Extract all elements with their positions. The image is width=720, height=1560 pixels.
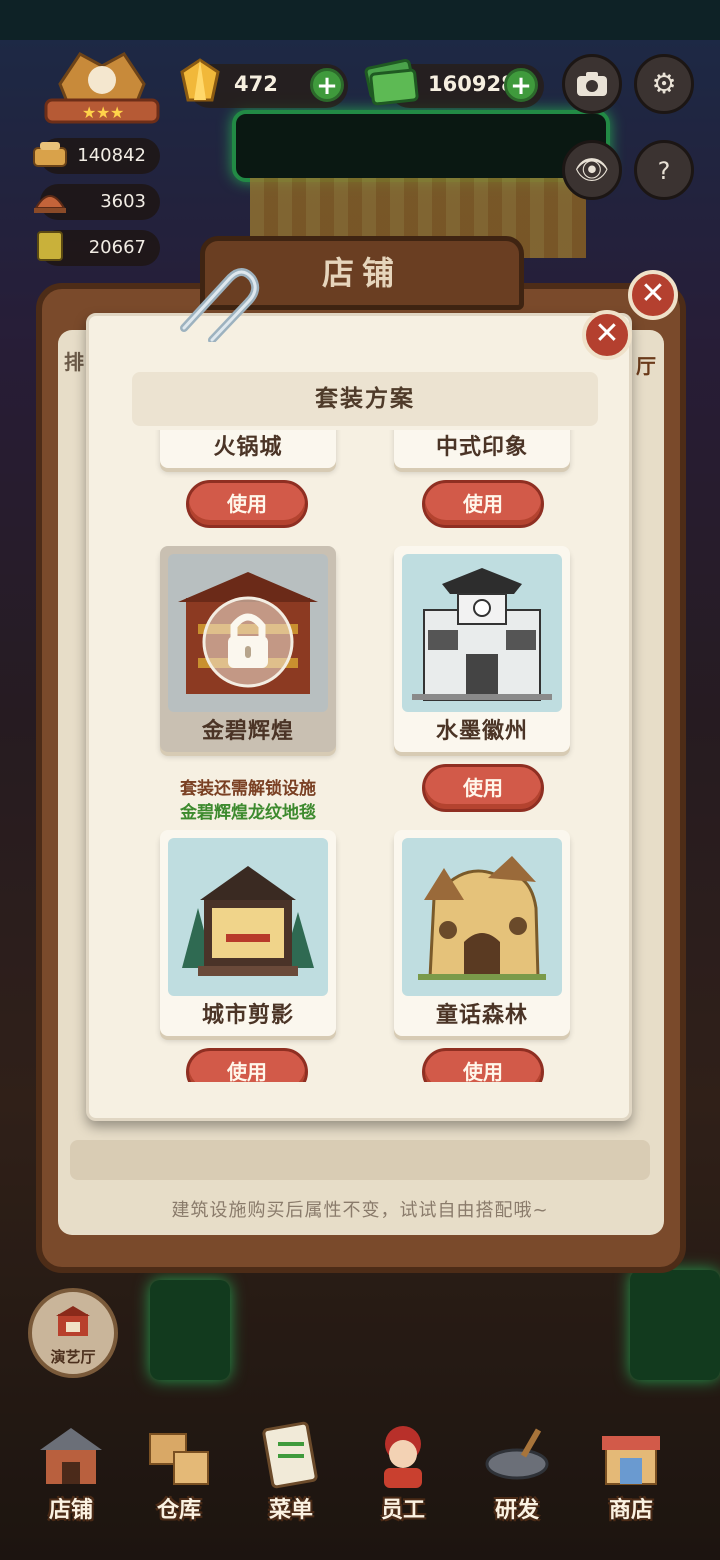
use-button[interactable]: 使用	[186, 1048, 308, 1082]
shop-list-peek	[70, 1140, 650, 1180]
menu-clipboard-icon	[256, 1420, 326, 1490]
outfit-card-hotpot[interactable]: 火锅城	[160, 430, 336, 468]
outfit-name: 童话森林	[435, 1003, 528, 1028]
store-stall-icon	[596, 1420, 666, 1490]
paperclip-icon	[168, 262, 264, 344]
book-question-icon: ?	[657, 157, 671, 185]
use-button[interactable]: 使用	[186, 480, 308, 528]
settings-button[interactable]: ⚙	[634, 54, 694, 114]
outfit-name: 金碧辉煌	[201, 719, 294, 744]
outfit-card-city[interactable]: 城市剪影	[160, 830, 336, 1036]
pot-icon	[30, 134, 70, 174]
dialog-close-button[interactable]: ✕	[582, 310, 632, 360]
shop-tab-peek-left[interactable]: 排	[64, 346, 84, 375]
nav-shop[interactable]: 店铺	[26, 1420, 116, 1530]
cash-count: 160928	[428, 72, 516, 96]
outfit-image	[168, 554, 328, 712]
shop-tab-peek-right[interactable]: 厅	[636, 350, 656, 379]
resource-pot-count: 140842	[77, 145, 146, 166]
dialog-title: 套装方案	[132, 372, 598, 426]
nav-staff[interactable]: 员工	[358, 1420, 448, 1530]
nav-label: 仓库	[156, 1498, 201, 1523]
outfit-name: 火锅城	[213, 435, 283, 460]
use-button[interactable]: 使用	[422, 480, 544, 528]
close-icon: ✕	[594, 316, 620, 351]
nav-label: 研发	[494, 1498, 539, 1523]
eye-icon: 👁	[574, 153, 610, 186]
nav-research[interactable]: 研发	[472, 1420, 562, 1530]
svg-text:★: ★	[82, 103, 96, 122]
outfit-image	[168, 838, 328, 996]
use-button[interactable]: 使用	[422, 764, 544, 812]
staff-avatar-icon	[368, 1420, 438, 1490]
theater-label: 演艺厅	[50, 1348, 96, 1366]
view-toggle-button[interactable]: 👁	[562, 140, 622, 200]
nav-label: 商店	[608, 1498, 653, 1523]
cloche-icon	[30, 180, 70, 220]
add-gems-button[interactable]: +	[310, 68, 344, 102]
outfit-image	[402, 554, 562, 712]
add-cash-button[interactable]: +	[504, 68, 538, 102]
camera-icon	[577, 72, 607, 96]
camera-button[interactable]	[562, 54, 622, 114]
close-icon: ✕	[640, 276, 666, 311]
outfit-card-forest[interactable]: 童话森林	[394, 830, 570, 1036]
outfit-card-chinese[interactable]: 中式印象	[394, 430, 570, 468]
nav-label: 菜单	[268, 1498, 313, 1523]
outfit-name: 城市剪影	[201, 1003, 294, 1028]
nav-label: 员工	[380, 1498, 425, 1523]
wok-icon	[482, 1420, 552, 1490]
rank-badge[interactable]: ★ ★ ★	[40, 44, 164, 128]
theater-icon	[54, 1306, 92, 1340]
lock-requirement-text: 套装还需解锁设施	[180, 779, 316, 799]
nav-menu[interactable]: 菜单	[246, 1420, 336, 1530]
gem-icon	[174, 56, 226, 108]
cash-icon	[362, 54, 420, 108]
lock-requirement-item: 金碧辉煌龙纹地毯	[180, 803, 316, 823]
resource-cloche-count: 3603	[100, 191, 146, 212]
help-book-button[interactable]: ?	[634, 140, 694, 200]
outfit-card-huizhou[interactable]: 水墨徽州	[394, 546, 570, 752]
nav-store[interactable]: 商店	[586, 1420, 676, 1530]
use-button[interactable]: 使用	[422, 1048, 544, 1082]
nav-warehouse[interactable]: 仓库	[134, 1420, 224, 1530]
outfit-name: 中式印象	[435, 435, 528, 460]
svg-text:★: ★	[110, 103, 124, 122]
boxes-icon	[144, 1420, 214, 1490]
resource-book-count: 20667	[88, 237, 146, 258]
outfit-list[interactable]: 火锅城 中式印象 使用 使用 金碧辉煌 套装还需解锁设施 金碧辉煌龙纹地毯 水墨…	[120, 430, 610, 1082]
shop-hint-text: 建筑设施购买后属性不变，试试自由搭配哦~	[171, 1200, 549, 1221]
svg-text:★: ★	[96, 103, 110, 122]
outfit-name: 水墨徽州	[435, 719, 528, 744]
shop-house-icon	[36, 1420, 106, 1490]
theater-button[interactable]: 演艺厅	[28, 1288, 118, 1378]
nav-label: 店铺	[48, 1498, 93, 1523]
shop-close-button[interactable]: ✕	[628, 270, 678, 320]
status-bar	[0, 0, 720, 40]
outfit-image	[402, 838, 562, 996]
gem-count: 472	[234, 72, 278, 96]
gear-icon: ⚙	[651, 67, 677, 100]
outfit-card-golden[interactable]: 金碧辉煌	[160, 546, 336, 752]
book-icon	[30, 226, 70, 266]
